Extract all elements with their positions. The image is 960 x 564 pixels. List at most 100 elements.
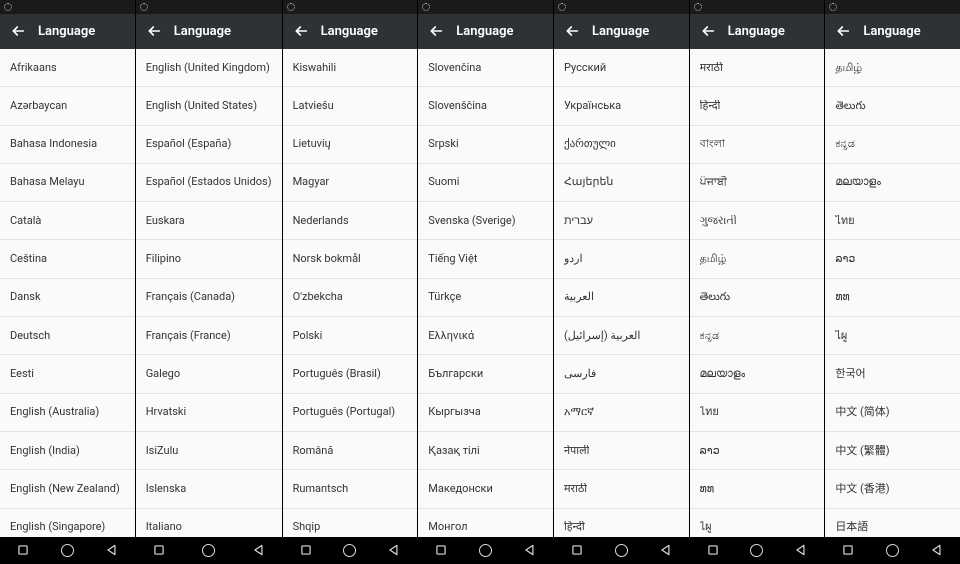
language-row[interactable]: Français (France) xyxy=(136,317,282,355)
language-row[interactable]: Slovenščina xyxy=(418,87,553,125)
language-row[interactable]: فارسی xyxy=(554,355,689,393)
language-row[interactable]: Кыргызча xyxy=(418,394,553,432)
language-row[interactable]: ລາວ xyxy=(690,432,825,470)
language-row[interactable]: മലയാളം xyxy=(690,355,825,393)
language-row[interactable]: Македонски xyxy=(418,470,553,508)
language-row[interactable]: العربية (إسرائيل) xyxy=(554,317,689,355)
language-row[interactable]: বাংলা xyxy=(690,126,825,164)
language-row[interactable]: हिन्दी xyxy=(690,87,825,125)
back-nav-icon[interactable] xyxy=(521,541,539,559)
language-row[interactable]: Latviešu xyxy=(283,87,418,125)
language-row[interactable]: Filipino xyxy=(136,240,282,278)
home-icon[interactable] xyxy=(477,541,495,559)
language-row[interactable]: English (Singapore) xyxy=(0,509,135,537)
recent-apps-icon[interactable] xyxy=(432,541,450,559)
language-row[interactable]: Suomi xyxy=(418,164,553,202)
language-row[interactable]: ທທ xyxy=(825,279,960,317)
language-row[interactable]: Bahasa Melayu xyxy=(0,164,135,202)
language-row[interactable]: मराठी xyxy=(554,470,689,508)
language-row[interactable]: English (United Kingdom) xyxy=(136,49,282,87)
language-row[interactable]: తెలుగు xyxy=(690,279,825,317)
language-row[interactable]: 日本語 xyxy=(825,509,960,537)
back-icon[interactable] xyxy=(289,19,313,43)
back-nav-icon[interactable] xyxy=(385,541,403,559)
language-row[interactable]: Magyar xyxy=(283,164,418,202)
language-row[interactable]: Hrvatski xyxy=(136,394,282,432)
language-row[interactable]: Русский xyxy=(554,49,689,87)
home-icon[interactable] xyxy=(341,541,359,559)
language-row[interactable]: ไผู xyxy=(690,509,825,537)
language-row[interactable]: Norsk bokmål xyxy=(283,240,418,278)
back-icon[interactable] xyxy=(424,19,448,43)
language-row[interactable]: Slovenčina xyxy=(418,49,553,87)
home-icon[interactable] xyxy=(612,541,630,559)
language-row[interactable]: ລາວ xyxy=(825,240,960,278)
language-row[interactable]: ગુજરાતી xyxy=(690,202,825,240)
back-nav-icon[interactable] xyxy=(928,541,946,559)
recent-apps-icon[interactable] xyxy=(839,541,857,559)
language-row[interactable]: Tiếng Việt xyxy=(418,240,553,278)
home-icon[interactable] xyxy=(200,541,218,559)
back-icon[interactable] xyxy=(696,19,720,43)
language-row[interactable]: አማርኛ xyxy=(554,394,689,432)
language-row[interactable]: ไทย xyxy=(825,202,960,240)
language-row[interactable]: Қазақ тілі xyxy=(418,432,553,470)
language-row[interactable]: 中文 (简体) xyxy=(825,394,960,432)
language-row[interactable]: Afrikaans xyxy=(0,49,135,87)
language-row[interactable]: ქართული xyxy=(554,126,689,164)
language-row[interactable]: Монгол xyxy=(418,509,553,537)
language-row[interactable]: Nederlands xyxy=(283,202,418,240)
back-icon[interactable] xyxy=(142,19,166,43)
language-row[interactable]: Español (Estados Unidos) xyxy=(136,164,282,202)
language-row[interactable]: മലയാളം xyxy=(825,164,960,202)
back-nav-icon[interactable] xyxy=(792,541,810,559)
language-row[interactable]: Español (España) xyxy=(136,126,282,164)
language-row[interactable]: Polski xyxy=(283,317,418,355)
language-row[interactable]: தமிழ் xyxy=(690,240,825,278)
language-row[interactable]: ທທ xyxy=(690,470,825,508)
language-row[interactable]: O'zbekcha xyxy=(283,279,418,317)
home-icon[interactable] xyxy=(748,541,766,559)
language-row[interactable]: Azərbaycan xyxy=(0,87,135,125)
language-row[interactable]: Euskara xyxy=(136,202,282,240)
language-row[interactable]: Հայերեն xyxy=(554,164,689,202)
language-row[interactable]: English (United States) xyxy=(136,87,282,125)
language-row[interactable]: Română xyxy=(283,432,418,470)
language-row[interactable]: Galego xyxy=(136,355,282,393)
recent-apps-icon[interactable] xyxy=(14,541,32,559)
back-icon[interactable] xyxy=(560,19,584,43)
language-row[interactable]: Türkçe xyxy=(418,279,553,317)
language-row[interactable]: ไทย xyxy=(690,394,825,432)
language-row[interactable]: English (Australia) xyxy=(0,394,135,432)
language-row[interactable]: Dansk xyxy=(0,279,135,317)
language-row[interactable]: Srpski xyxy=(418,126,553,164)
language-row[interactable]: ಕನ್ನಡ xyxy=(825,126,960,164)
recent-apps-icon[interactable] xyxy=(150,541,168,559)
language-row[interactable]: اردو xyxy=(554,240,689,278)
language-row[interactable]: Lietuvių xyxy=(283,126,418,164)
language-row[interactable]: Íslenska xyxy=(136,470,282,508)
language-row[interactable]: Català xyxy=(0,202,135,240)
recent-apps-icon[interactable] xyxy=(297,541,315,559)
language-row[interactable]: Shqip xyxy=(283,509,418,537)
language-row[interactable]: Italiano xyxy=(136,509,282,537)
back-nav-icon[interactable] xyxy=(103,541,121,559)
back-nav-icon[interactable] xyxy=(250,541,268,559)
language-row[interactable]: العربية xyxy=(554,279,689,317)
language-row[interactable]: Deutsch xyxy=(0,317,135,355)
language-row[interactable]: Français (Canada) xyxy=(136,279,282,317)
language-row[interactable]: मराठी xyxy=(690,49,825,87)
language-row[interactable]: नेपाली xyxy=(554,432,689,470)
language-row[interactable]: Čeština xyxy=(0,240,135,278)
language-row[interactable]: English (New Zealand) xyxy=(0,470,135,508)
language-row[interactable]: Bahasa Indonesia xyxy=(0,126,135,164)
home-icon[interactable] xyxy=(884,541,902,559)
recent-apps-icon[interactable] xyxy=(568,541,586,559)
language-row[interactable]: Rumantsch xyxy=(283,470,418,508)
back-icon[interactable] xyxy=(831,19,855,43)
language-row[interactable]: ಕನ್ನಡ xyxy=(690,317,825,355)
language-row[interactable]: 한국어 xyxy=(825,355,960,393)
language-row[interactable]: Português (Portugal) xyxy=(283,394,418,432)
back-icon[interactable] xyxy=(6,19,30,43)
language-row[interactable]: ਪੰਜਾਬੀ xyxy=(690,164,825,202)
